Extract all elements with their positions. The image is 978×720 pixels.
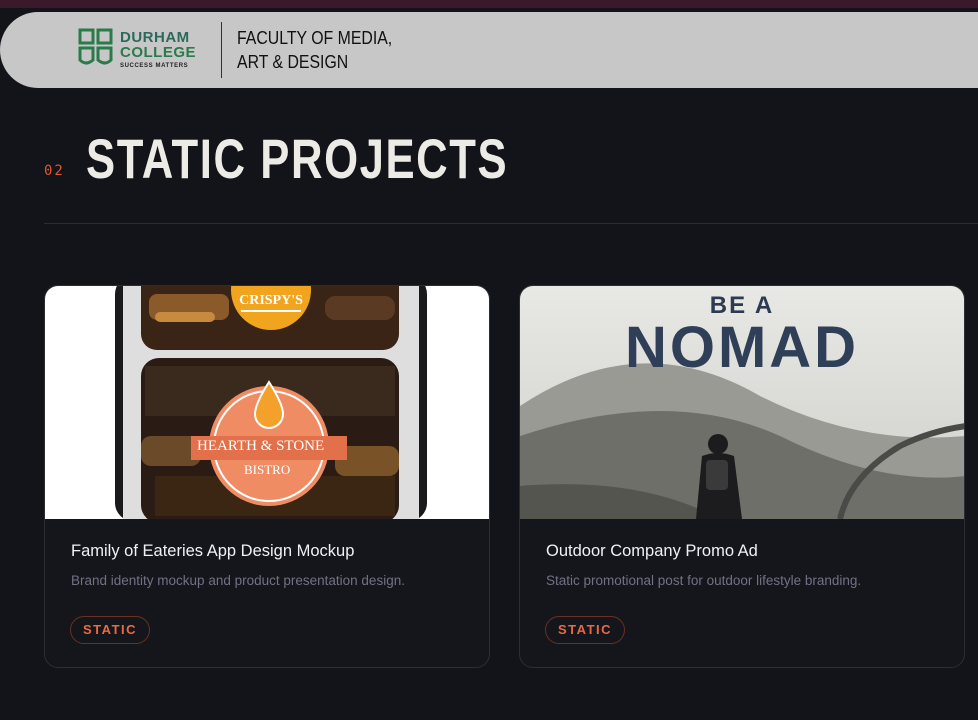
project-title[interactable]: Family of Eateries App Design Mockup (71, 542, 354, 561)
section-title: STATIC PROJECTS (86, 127, 509, 190)
project-image-outdoor: BE A NOMAD (520, 286, 964, 519)
faculty-line-2: ART & DESIGN (237, 52, 349, 72)
logo-tagline: SUCCESS MATTERS (120, 63, 189, 69)
durham-college-logo[interactable]: DURHAM COLLEGE SUCCESS MATTERS (78, 28, 202, 72)
hearth-stone-brand-text: HEARTH & STONE (197, 438, 325, 454)
shield-logo-icon (78, 28, 113, 65)
project-description: Brand identity mockup and product presen… (71, 573, 405, 588)
faculty-line-1: FACULTY OF MEDIA, (237, 28, 393, 48)
project-tag-badge: STATIC (545, 616, 626, 644)
crispys-brand-text: CRISPY'S (239, 293, 303, 308)
project-image-eateries: CRISPY'S HEARTH & STONE BISTRO (45, 286, 489, 519)
project-title[interactable]: Outdoor Company Promo Ad (546, 542, 758, 561)
site-header: DURHAM COLLEGE SUCCESS MATTERS FACULTY O… (0, 12, 978, 88)
project-description: Static promotional post for outdoor life… (546, 573, 862, 588)
project-card-eateries[interactable]: CRISPY'S HEARTH & STONE BISTRO Family of… (44, 285, 490, 668)
top-accent-strip (0, 0, 978, 8)
project-tag-badge: STATIC (70, 616, 151, 644)
app-mockup-illustration: CRISPY'S (45, 286, 489, 519)
section-number: 02 (44, 163, 65, 179)
project-card-outdoor[interactable]: BE A NOMAD Outdoor Company Promo Ad Stat… (519, 285, 965, 668)
logo-text-college: COLLEGE (120, 44, 197, 61)
faculty-name: FACULTY OF MEDIA, ART & DESIGN (237, 26, 392, 74)
header-divider (221, 22, 222, 78)
section-divider (44, 223, 978, 224)
bistro-brand-text: BISTRO (244, 462, 291, 477)
poster-headline-big: NOMAD (624, 315, 860, 380)
